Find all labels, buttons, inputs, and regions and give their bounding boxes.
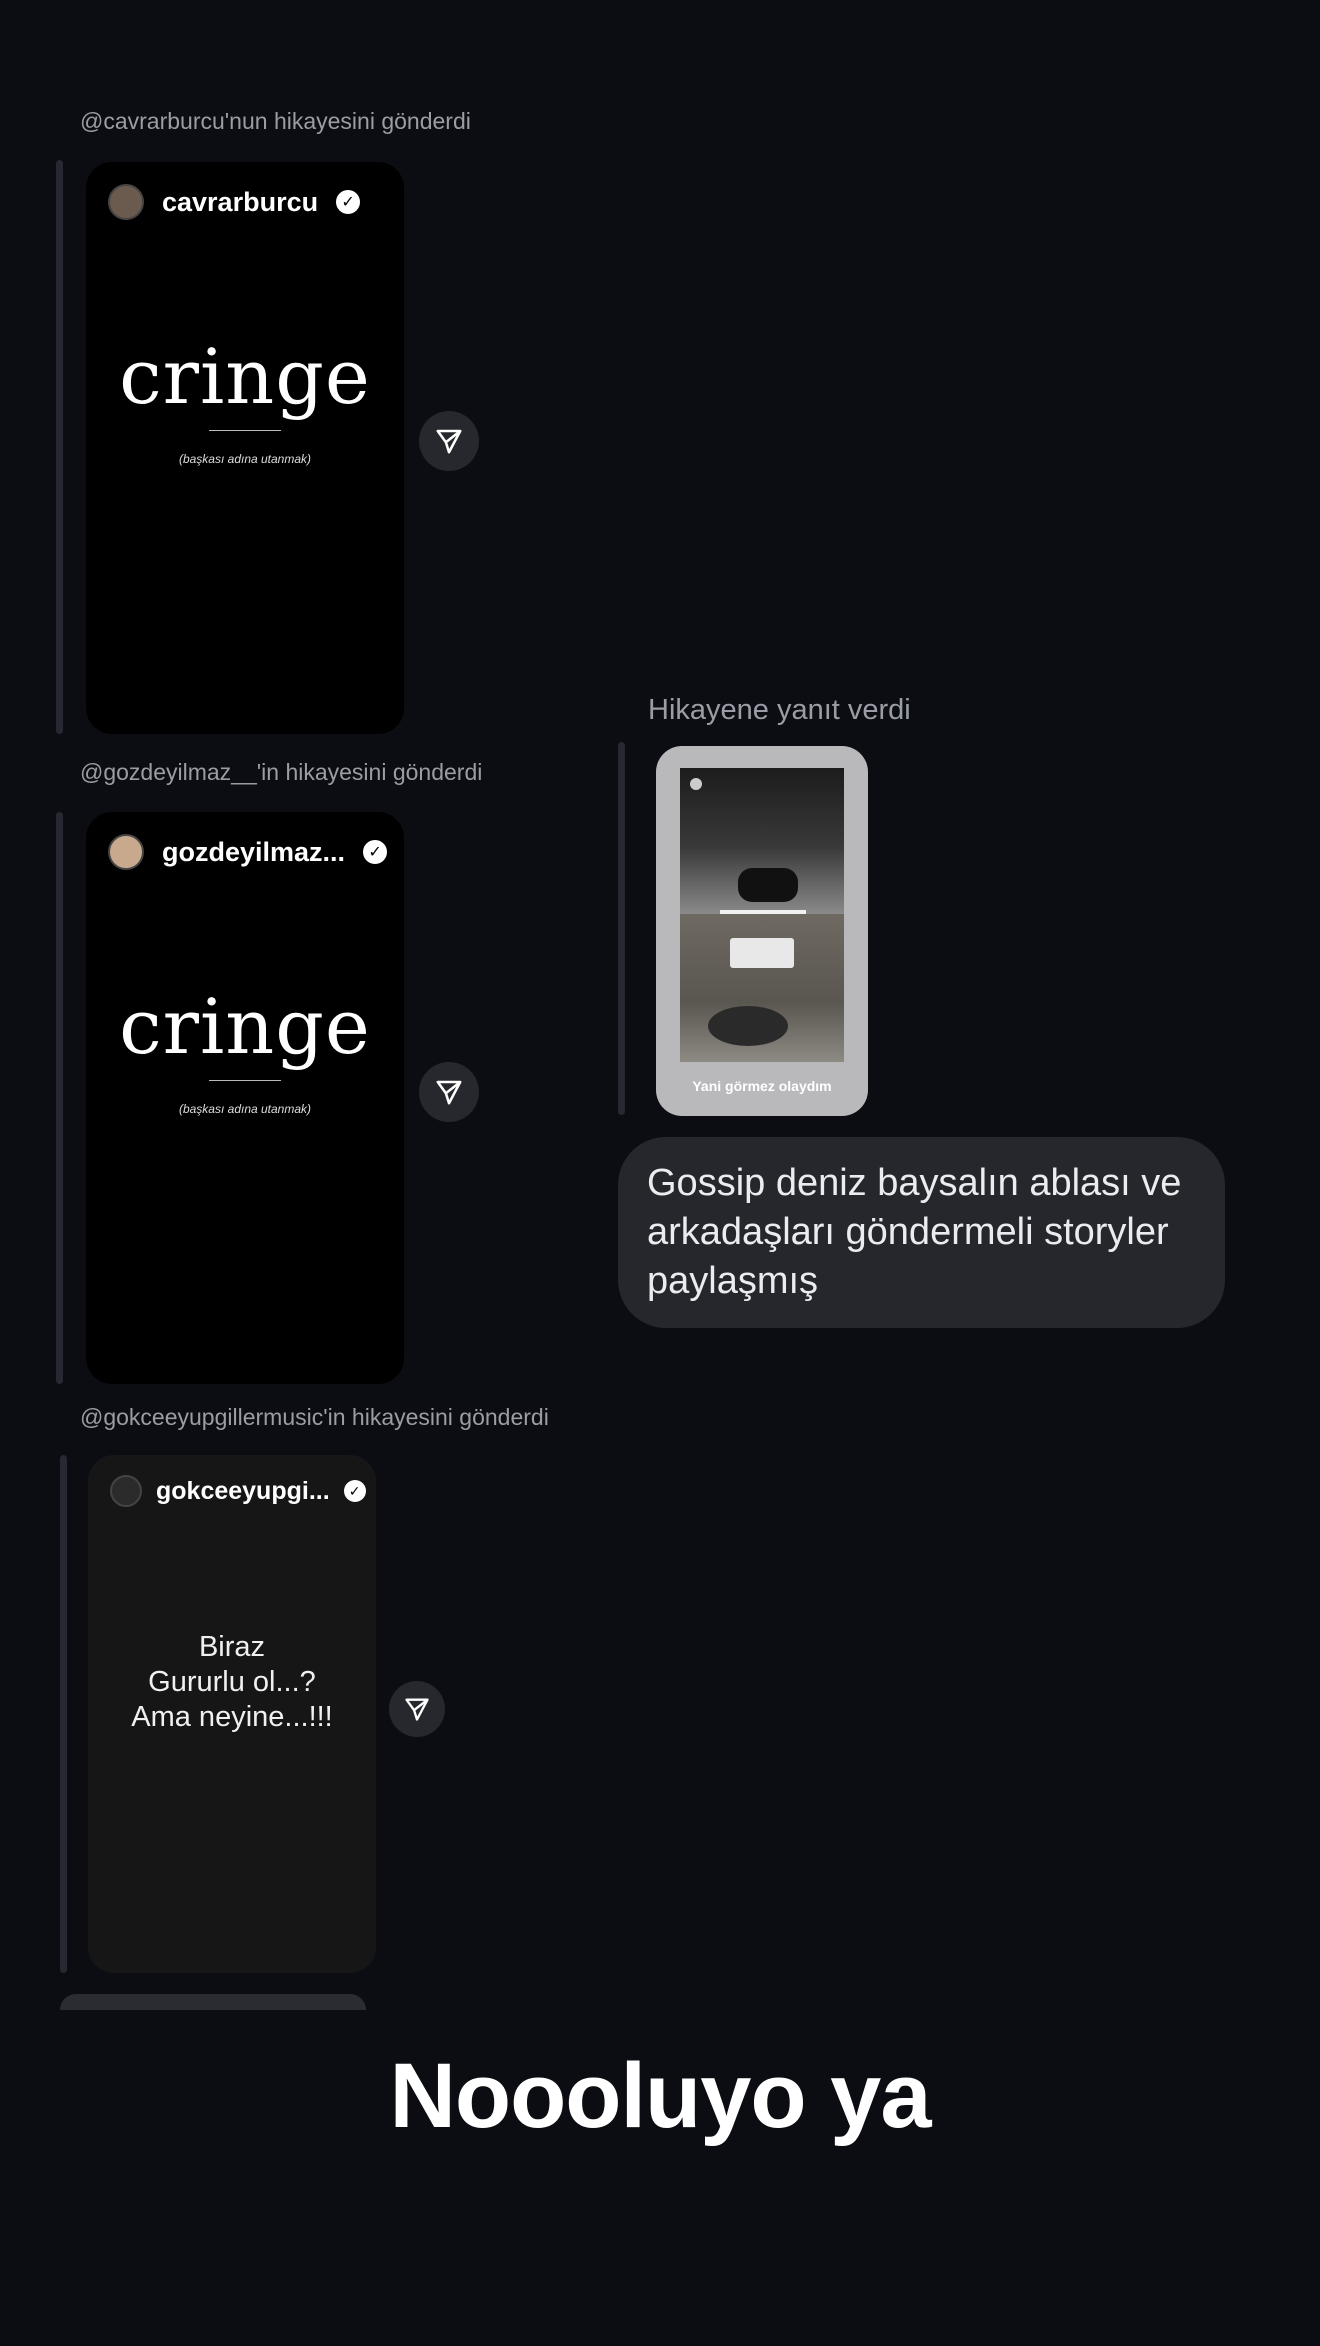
story-word: cringe xyxy=(119,982,371,1071)
message-line: arkadaşları göndermeli storyler xyxy=(647,1211,1169,1253)
avatar xyxy=(108,184,144,220)
forward-button[interactable] xyxy=(419,411,479,471)
verified-badge-icon: ✓ xyxy=(363,840,388,864)
thread-line xyxy=(56,160,63,734)
share-label-2: @gozdeyilmaz__'in hikayesini gönderdi xyxy=(80,759,483,785)
send-icon xyxy=(436,1080,462,1105)
thread-line xyxy=(60,1455,67,1973)
avatar xyxy=(108,834,144,870)
story-username: gokceeyupgi... xyxy=(156,1476,330,1505)
share-label-1: @cavrarburcu'nun hikayesini gönderdi xyxy=(80,108,471,134)
avatar xyxy=(110,1475,142,1507)
send-icon xyxy=(436,429,462,454)
reply-caption: Yani görmez olaydım xyxy=(692,1078,832,1094)
verified-badge-icon: ✓ xyxy=(343,1480,366,1502)
message-bubble[interactable]: Gossip deniz baysalın ablası ve arkadaşl… xyxy=(618,1137,1225,1328)
story-text-line: Gururlu ol...? xyxy=(148,1666,316,1698)
shoe-graphic xyxy=(738,868,798,902)
poll-sticker xyxy=(730,938,794,968)
divider xyxy=(209,1080,281,1081)
story-username: gozdeyilmaz... xyxy=(162,836,346,867)
verified-badge-icon: ✓ xyxy=(336,190,361,214)
thread-line xyxy=(56,812,63,1384)
message-line: paylaşmış xyxy=(647,1260,819,1302)
forward-button[interactable] xyxy=(419,1062,479,1122)
shared-story-card-1[interactable]: cavrarburcu ✓ cringe (başkası adına utan… xyxy=(86,162,404,734)
overlay-caption: Noooluyo ya xyxy=(389,2045,931,2147)
reply-label: Hikayene yanıt verdi xyxy=(648,694,911,726)
shoe-graphic xyxy=(708,1006,788,1046)
message-line: Gossip deniz baysalın ablası ve xyxy=(647,1162,1182,1204)
thread-line xyxy=(618,742,625,1115)
story-text-line: Ama neyine...!!! xyxy=(131,1701,333,1733)
forward-button[interactable] xyxy=(389,1681,445,1737)
share-label-3: @gokceeyupgillermusic'in hikayesini gönd… xyxy=(80,1404,549,1430)
story-subtitle: (başkası adına utanmak) xyxy=(178,1102,312,1116)
story-text-line: Biraz xyxy=(198,1631,266,1663)
story-subtitle: (başkası adına utanmak) xyxy=(178,452,312,466)
replied-story-card[interactable]: Yani görmez olaydım xyxy=(656,746,868,1116)
next-card-peek xyxy=(60,1994,366,2010)
story-username: cavrarburcu xyxy=(162,186,319,217)
story-text: Biraz Gururlu ol...? Ama neyine...!!! xyxy=(88,1630,376,1735)
send-icon xyxy=(405,1698,429,1721)
avatar xyxy=(690,778,702,790)
story-thumbnail xyxy=(680,768,844,1062)
story-word: cringe xyxy=(119,332,371,421)
shared-story-card-3[interactable]: gokceeyupgi... ✓ Biraz Gururlu ol...? Am… xyxy=(88,1455,376,1973)
shared-story-card-2[interactable]: gozdeyilmaz... ✓ cringe (başkası adına u… xyxy=(86,812,404,1384)
divider xyxy=(209,430,281,431)
